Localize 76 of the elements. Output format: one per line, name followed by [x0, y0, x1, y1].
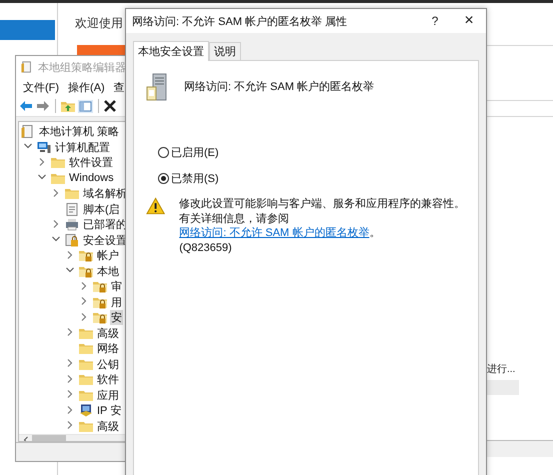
- tree-item[interactable]: IP 安: [96, 403, 122, 418]
- welcome-heading: 欢迎使用: [75, 15, 123, 32]
- locked-folder-icon: [93, 296, 107, 309]
- tree-item[interactable]: 高级: [96, 418, 120, 434]
- expand-chevron-icon[interactable]: [51, 188, 61, 198]
- expand-chevron-icon[interactable]: [65, 389, 75, 400]
- tree-item[interactable]: 本地: [96, 264, 120, 279]
- help-button[interactable]: ?: [418, 9, 452, 33]
- tree-item[interactable]: 高级: [96, 326, 120, 341]
- folder-icon: [79, 388, 93, 402]
- locked-folder-icon: [93, 311, 107, 324]
- warning-icon: [146, 197, 166, 215]
- expand-chevron-icon[interactable]: [65, 327, 75, 338]
- tree-item[interactable]: 审: [110, 279, 123, 294]
- radio-button[interactable]: [158, 173, 169, 184]
- computer-icon: [37, 140, 51, 154]
- folder-icon: [79, 326, 93, 340]
- window-title: 本地组策略编辑器: [38, 60, 126, 74]
- expand-chevron-icon[interactable]: [65, 404, 75, 415]
- network-shield-icon: [79, 404, 93, 418]
- delete-icon[interactable]: [104, 100, 116, 112]
- expand-chevron-icon[interactable]: [65, 250, 75, 260]
- locked-folder-icon: [93, 280, 107, 294]
- folder-icon: [51, 172, 65, 185]
- folder-icon: [51, 156, 65, 170]
- script-icon: [65, 202, 79, 216]
- expand-chevron-icon[interactable]: [65, 374, 75, 384]
- expand-chevron-icon[interactable]: [79, 296, 89, 306]
- back-arrow-icon[interactable]: [19, 100, 33, 112]
- close-button[interactable]: ×: [452, 9, 486, 33]
- folder-icon: [79, 342, 93, 356]
- policy-link[interactable]: 网络访问: 不允许 SAM 帐户的匿名枚举: [179, 227, 370, 239]
- locked-folder-icon: [79, 264, 93, 278]
- radio-label[interactable]: 已禁用(S): [171, 171, 219, 186]
- forward-arrow-icon[interactable]: [36, 100, 50, 112]
- folder-icon: [79, 373, 93, 386]
- expand-chevron-icon[interactable]: [65, 420, 75, 430]
- folder-up-icon[interactable]: [61, 100, 75, 112]
- expand-chevron-icon[interactable]: [51, 218, 61, 229]
- dialog-title: 网络访问: 不允许 SAM 帐户的匿名枚举 属性: [132, 14, 348, 28]
- tab[interactable]: 说明: [209, 42, 241, 60]
- menu-item[interactable]: 文件(F): [23, 80, 60, 94]
- tree-item[interactable]: 软件设置: [68, 155, 114, 170]
- tree-item[interactable]: 脚本(启: [82, 202, 121, 217]
- locked-folder-icon: [79, 249, 93, 262]
- folder-icon: [79, 358, 93, 371]
- tree-item[interactable]: 本地计算机 策略: [38, 124, 120, 140]
- tree-item[interactable]: 公钥: [96, 356, 120, 372]
- expand-chevron-icon[interactable]: [65, 358, 75, 368]
- tree-item[interactable]: 安: [110, 310, 123, 326]
- tree-item[interactable]: Windows: [68, 172, 115, 184]
- policy-icon: [21, 61, 33, 73]
- expand-chevron-icon[interactable]: [79, 312, 89, 322]
- menu-item[interactable]: 查: [114, 80, 125, 94]
- menu-item[interactable]: 操作(A): [68, 80, 105, 94]
- tree-item[interactable]: 应用: [96, 388, 120, 403]
- radio-button[interactable]: [158, 147, 169, 158]
- server-icon: [146, 73, 168, 101]
- tree-item[interactable]: 软件: [96, 372, 120, 388]
- radio-label[interactable]: 已启用(E): [171, 145, 219, 160]
- tab[interactable]: 本地安全设置: [133, 41, 209, 61]
- folder-icon: [65, 187, 79, 200]
- policy-name: 网络访问: 不允许 SAM 帐户的匿名枚举: [184, 80, 374, 94]
- expand-chevron-icon[interactable]: [79, 280, 89, 291]
- tree-item[interactable]: 计算机配置: [54, 140, 111, 155]
- status-text: 进行...: [487, 362, 516, 376]
- console-tree-icon[interactable]: [78, 100, 93, 112]
- policy-icon: [21, 125, 35, 138]
- warning-text: 修改此设置可能影响与客户端、服务和应用程序的兼容性。 有关详细信息，请参阅 网络访问: 不允许 SAM 帐户的匿名枚举。 (Q823659): [179, 197, 466, 255]
- expand-chevron-icon[interactable]: [37, 156, 47, 167]
- folder-icon: [79, 420, 93, 433]
- tree-item[interactable]: 网络: [96, 341, 120, 356]
- tree-item[interactable]: 帐户: [96, 248, 120, 264]
- printer-icon: [65, 218, 79, 232]
- security-icon: [65, 234, 79, 247]
- tree-item[interactable]: 用: [110, 294, 123, 310]
